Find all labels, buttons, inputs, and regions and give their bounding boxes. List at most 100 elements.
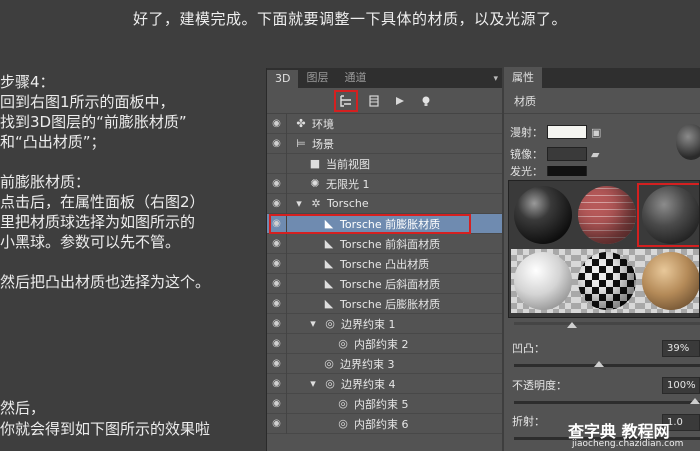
opacity-value-field[interactable]: 100% bbox=[662, 377, 700, 394]
expand-arrow-icon[interactable]: ▾ bbox=[307, 377, 319, 390]
expand-arrow-icon[interactable]: ▾ bbox=[307, 317, 319, 330]
3d-layer-list: ◉ ✤ 环境 ◉ ⊨ 场景 ■ 当前视图 ◉ ✺ 无限光 1 ◉ ▾ ✲ Torsche ◉… bbox=[267, 113, 502, 434]
visibility-eye-icon[interactable]: ◉ bbox=[267, 213, 287, 234]
layer-row-front-bevel-material[interactable]: ◉ ◣ Torsche 前斜面材质 bbox=[267, 233, 502, 254]
visibility-eye-icon[interactable]: ◉ bbox=[267, 293, 287, 314]
section-line: 里把材质球选择为如图所示的 bbox=[0, 213, 196, 231]
conclusion-line: 你就会得到如下图所示的效果啦 bbox=[0, 420, 211, 438]
layer-row-environment[interactable]: ◉ ✤ 环境 bbox=[267, 113, 502, 134]
visibility-eye-icon[interactable]: ◉ bbox=[267, 253, 287, 274]
bump-slider[interactable] bbox=[514, 364, 700, 367]
conclusion-line: 然后， bbox=[0, 399, 46, 417]
opacity-label: 不透明度： bbox=[512, 379, 567, 392]
visibility-eye-icon[interactable]: ◉ bbox=[267, 353, 287, 374]
folder-icon[interactable]: ▰ bbox=[591, 148, 599, 161]
visibility-eye-icon[interactable]: ◉ bbox=[267, 133, 287, 154]
material-icon: ◣ bbox=[324, 257, 334, 270]
visibility-eye-icon[interactable]: ◉ bbox=[267, 273, 287, 294]
material-preview-thumbnail[interactable] bbox=[676, 124, 700, 160]
material-red-brick[interactable] bbox=[575, 183, 639, 247]
layer-label: 边界约束 1 bbox=[341, 317, 396, 331]
glow-row: 发光： bbox=[510, 166, 587, 176]
texture-edit-icon[interactable]: ▣ bbox=[591, 126, 601, 139]
visibility-eye-icon[interactable]: ◉ bbox=[267, 193, 287, 214]
picker-scrollbar[interactable] bbox=[514, 322, 700, 325]
step-line: 找到3D图层的“前膨胀材质” bbox=[0, 113, 187, 131]
picker-scroll-thumb[interactable] bbox=[567, 322, 577, 328]
layer-row-back-bevel-material[interactable]: ◉ ◣ Torsche 后斜面材质 bbox=[267, 273, 502, 294]
layer-row-scene[interactable]: ◉ ⊨ 场景 bbox=[267, 133, 502, 154]
mesh-icon: ✲ bbox=[311, 197, 321, 210]
layer-row-back-inflation-material[interactable]: ◉ ◣ Torsche 后膨胀材质 bbox=[267, 293, 502, 314]
specular-color-swatch[interactable] bbox=[547, 147, 587, 161]
white-ball-icon bbox=[514, 252, 572, 310]
layer-row-boundary-constraint-3[interactable]: ◉ ◎ 边界约束 3 bbox=[267, 353, 502, 374]
visibility-eye-icon[interactable]: ◉ bbox=[267, 313, 287, 334]
light-filter-icon[interactable] bbox=[416, 91, 436, 111]
specular-row: 镜像： ▰ bbox=[510, 146, 599, 162]
visibility-eye-icon[interactable]: ◉ bbox=[267, 233, 287, 254]
layer-label: 边界约束 4 bbox=[341, 377, 396, 391]
material-checker[interactable] bbox=[575, 249, 639, 313]
layer-row-inner-constraint-5[interactable]: ◉ ◎ 内部约束 5 bbox=[267, 393, 502, 414]
section-line: 小黑球。参数可以先不管。 bbox=[0, 233, 181, 251]
layer-label: Torsche 后斜面材质 bbox=[340, 277, 441, 291]
properties-tabs: 属性 bbox=[504, 67, 700, 88]
specular-label: 镜像： bbox=[510, 148, 543, 161]
panel-tabs: 3D 图层 通道 ▾ bbox=[267, 68, 502, 88]
mesh-filter-icon[interactable] bbox=[364, 91, 384, 111]
light-icon: ✺ bbox=[310, 177, 320, 190]
diffuse-color-swatch[interactable] bbox=[547, 125, 587, 139]
selected-material-highlight bbox=[637, 183, 699, 247]
visibility-eye-icon[interactable]: ◉ bbox=[267, 393, 287, 414]
constraint-icon: ◎ bbox=[338, 337, 348, 350]
section-line: 点击后，在属性面板（右图2） bbox=[0, 193, 205, 211]
glow-color-swatch[interactable] bbox=[547, 166, 587, 176]
panel-menu-icon[interactable]: ▾ bbox=[489, 74, 502, 88]
material-filter-icon[interactable] bbox=[390, 91, 410, 111]
bump-slider-thumb[interactable] bbox=[594, 361, 604, 367]
layer-row-inner-constraint-2[interactable]: ◉ ◎ 内部约束 2 bbox=[267, 333, 502, 354]
visibility-eye-icon[interactable]: ◉ bbox=[267, 173, 287, 194]
material-cork[interactable] bbox=[639, 249, 699, 313]
layer-label: Torsche 后膨胀材质 bbox=[340, 297, 441, 311]
layer-label: Torsche 前膨胀材质 bbox=[340, 217, 441, 231]
expand-arrow-icon[interactable]: ▾ bbox=[293, 197, 305, 210]
black-ball-icon bbox=[514, 186, 572, 244]
glow-label: 发光： bbox=[510, 166, 543, 176]
material-black-plastic[interactable] bbox=[511, 183, 575, 247]
tab-properties[interactable]: 属性 bbox=[504, 67, 542, 88]
bump-value-field[interactable]: 39% bbox=[662, 340, 700, 357]
layer-label: 内部约束 5 bbox=[354, 397, 409, 411]
step-line: 和“凸出材质”； bbox=[0, 133, 106, 151]
refraction-label: 折射： bbox=[512, 415, 545, 428]
layer-label: 内部约束 2 bbox=[354, 337, 409, 351]
material-picker bbox=[508, 180, 700, 318]
layer-row-boundary-constraint-1[interactable]: ◉ ▾ ◎ 边界约束 1 bbox=[267, 313, 502, 334]
camera-icon: ■ bbox=[309, 157, 321, 170]
layer-row-inner-constraint-6[interactable]: ◉ ◎ 内部约束 6 bbox=[267, 413, 502, 434]
opacity-slider-thumb[interactable] bbox=[690, 398, 700, 404]
layer-row-current-view[interactable]: ■ 当前视图 bbox=[267, 153, 502, 174]
tab-3d[interactable]: 3D bbox=[267, 70, 299, 88]
tab-layers[interactable]: 图层 bbox=[298, 67, 336, 88]
layer-row-extrusion-material[interactable]: ◉ ◣ Torsche 凸出材质 bbox=[267, 253, 502, 274]
opacity-slider[interactable] bbox=[514, 401, 700, 404]
material-white-plastic[interactable] bbox=[511, 249, 575, 313]
scene-filter-icon[interactable] bbox=[333, 89, 358, 112]
3d-panel: 3D 图层 通道 ▾ ◉ ✤ 环境 ◉ ⊨ 场景 ■ 当前视图 ◉ ✺ 无限光 … bbox=[266, 68, 502, 451]
step-title: 步骤4： bbox=[0, 73, 55, 91]
layer-row-front-inflation-material[interactable]: ◉ ◣ Torsche 前膨胀材质 bbox=[267, 213, 502, 234]
visibility-eye-icon[interactable]: ◉ bbox=[267, 373, 287, 394]
tab-channels[interactable]: 通道 bbox=[336, 67, 374, 88]
scene-icon: ⊨ bbox=[296, 137, 306, 150]
material-icon: ◣ bbox=[324, 217, 334, 230]
layer-row-torsche[interactable]: ◉ ▾ ✲ Torsche bbox=[267, 193, 502, 214]
material-title: 材质 bbox=[514, 94, 536, 108]
visibility-eye-icon[interactable]: ◉ bbox=[267, 333, 287, 354]
layer-row-infinite-light[interactable]: ◉ ✺ 无限光 1 bbox=[267, 173, 502, 194]
visibility-eye-icon[interactable]: ◉ bbox=[267, 413, 287, 434]
cork-ball-icon bbox=[642, 252, 699, 310]
layer-row-boundary-constraint-4[interactable]: ◉ ▾ ◎ 边界约束 4 bbox=[267, 373, 502, 394]
visibility-eye-icon[interactable]: ◉ bbox=[267, 113, 287, 134]
